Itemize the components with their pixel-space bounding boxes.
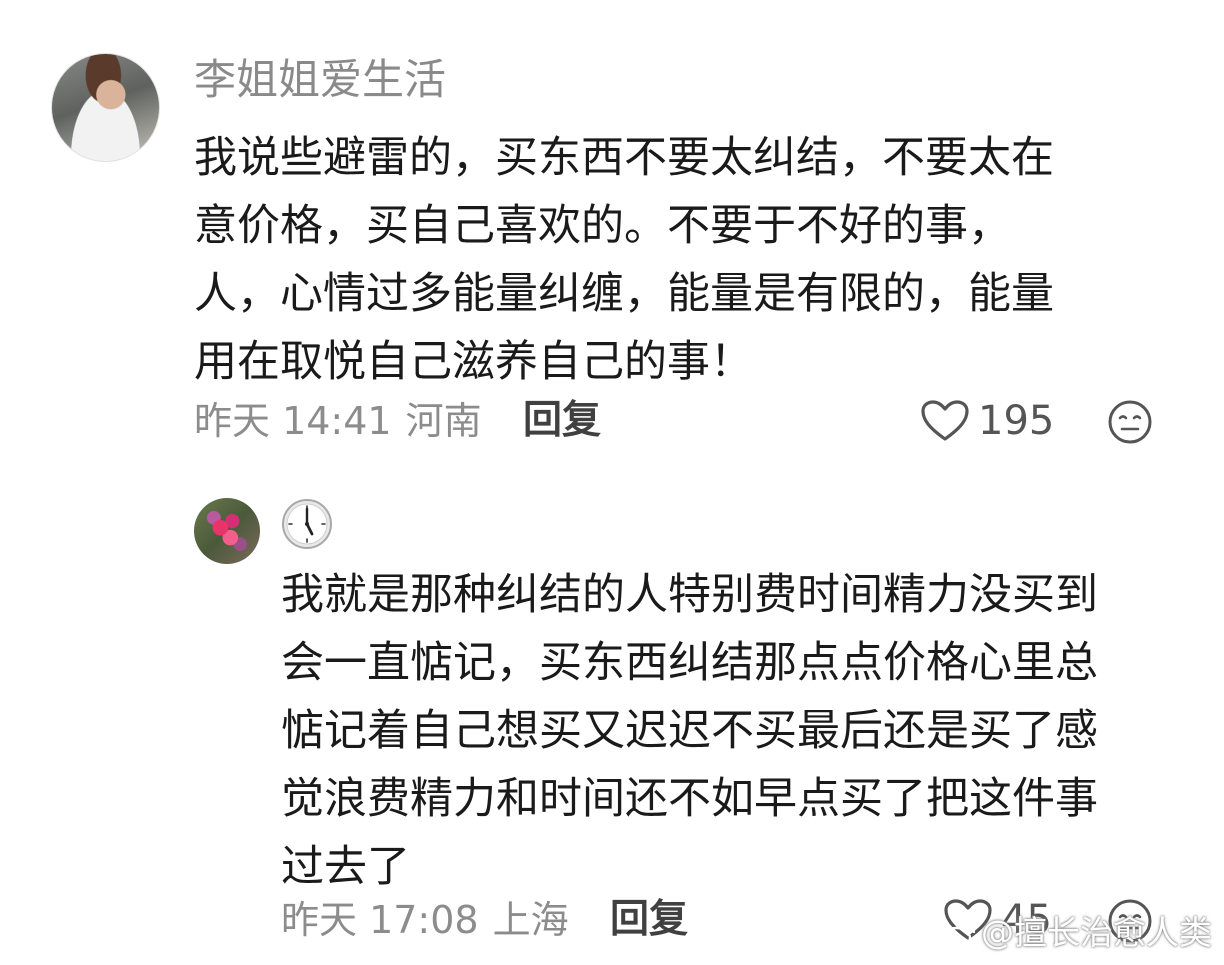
reply-meta: 昨天 17:08 上海 — [281, 895, 569, 945]
watermark: @擅长治愈人类 — [939, 911, 1212, 955]
heart-outline-icon — [921, 400, 969, 441]
comment-line: 人，心情过多能量纠缠，能量是有限的，能量 — [194, 269, 1054, 319]
reply-line: 过去了 — [281, 842, 410, 892]
like-button[interactable]: 195 — [920, 396, 1054, 446]
comment-line: 用在取悦自己滋养自己的事！ — [194, 337, 753, 387]
emoji-face-icon[interactable] — [1107, 399, 1153, 445]
weibo-logo-icon — [940, 922, 976, 949]
clock-icon[interactable] — [281, 498, 333, 550]
reply-button[interactable]: 回复 — [523, 396, 601, 446]
comment-line: 意价格，买自己喜欢的。不要于不好的事， — [194, 201, 1011, 251]
like-count: 195 — [978, 398, 1055, 444]
comment-line: 我说些避雷的，买东西不要太纠结，不要太在 — [194, 133, 1054, 183]
reply-button[interactable]: 回复 — [610, 895, 688, 945]
comment-location: 河南 — [405, 399, 482, 443]
watermark-text: @擅长治愈人类 — [981, 913, 1212, 952]
comment-time: 昨天 14:41 — [194, 399, 392, 443]
reply-line: 会一直惦记，买东西纠结那点点价格心里总 — [281, 638, 1098, 688]
avatar[interactable] — [194, 498, 260, 564]
reply-text: 我就是那种纠结的人特别费时间精力没买到 会一直惦记，买东西纠结那点点价格心里总 … — [281, 561, 1191, 901]
reply-location: 上海 — [492, 898, 569, 942]
reply-line: 惦记着自己想买又迟迟不买最后还是买了感 — [281, 706, 1098, 756]
comment-meta: 昨天 14:41 河南 — [194, 396, 482, 446]
reply-line: 我就是那种纠结的人特别费时间精力没买到 — [281, 570, 1098, 620]
reply-line: 觉浪费精力和时间还不如早点买了把这件事 — [281, 774, 1098, 824]
avatar[interactable] — [51, 53, 160, 162]
reply-time: 昨天 17:08 — [281, 898, 479, 942]
comment-text: 我说些避雷的，买东西不要太纠结，不要太在 意价格，买自己喜欢的。不要于不好的事，… — [194, 124, 1154, 396]
username[interactable]: 李姐姐爱生活 — [194, 52, 446, 108]
